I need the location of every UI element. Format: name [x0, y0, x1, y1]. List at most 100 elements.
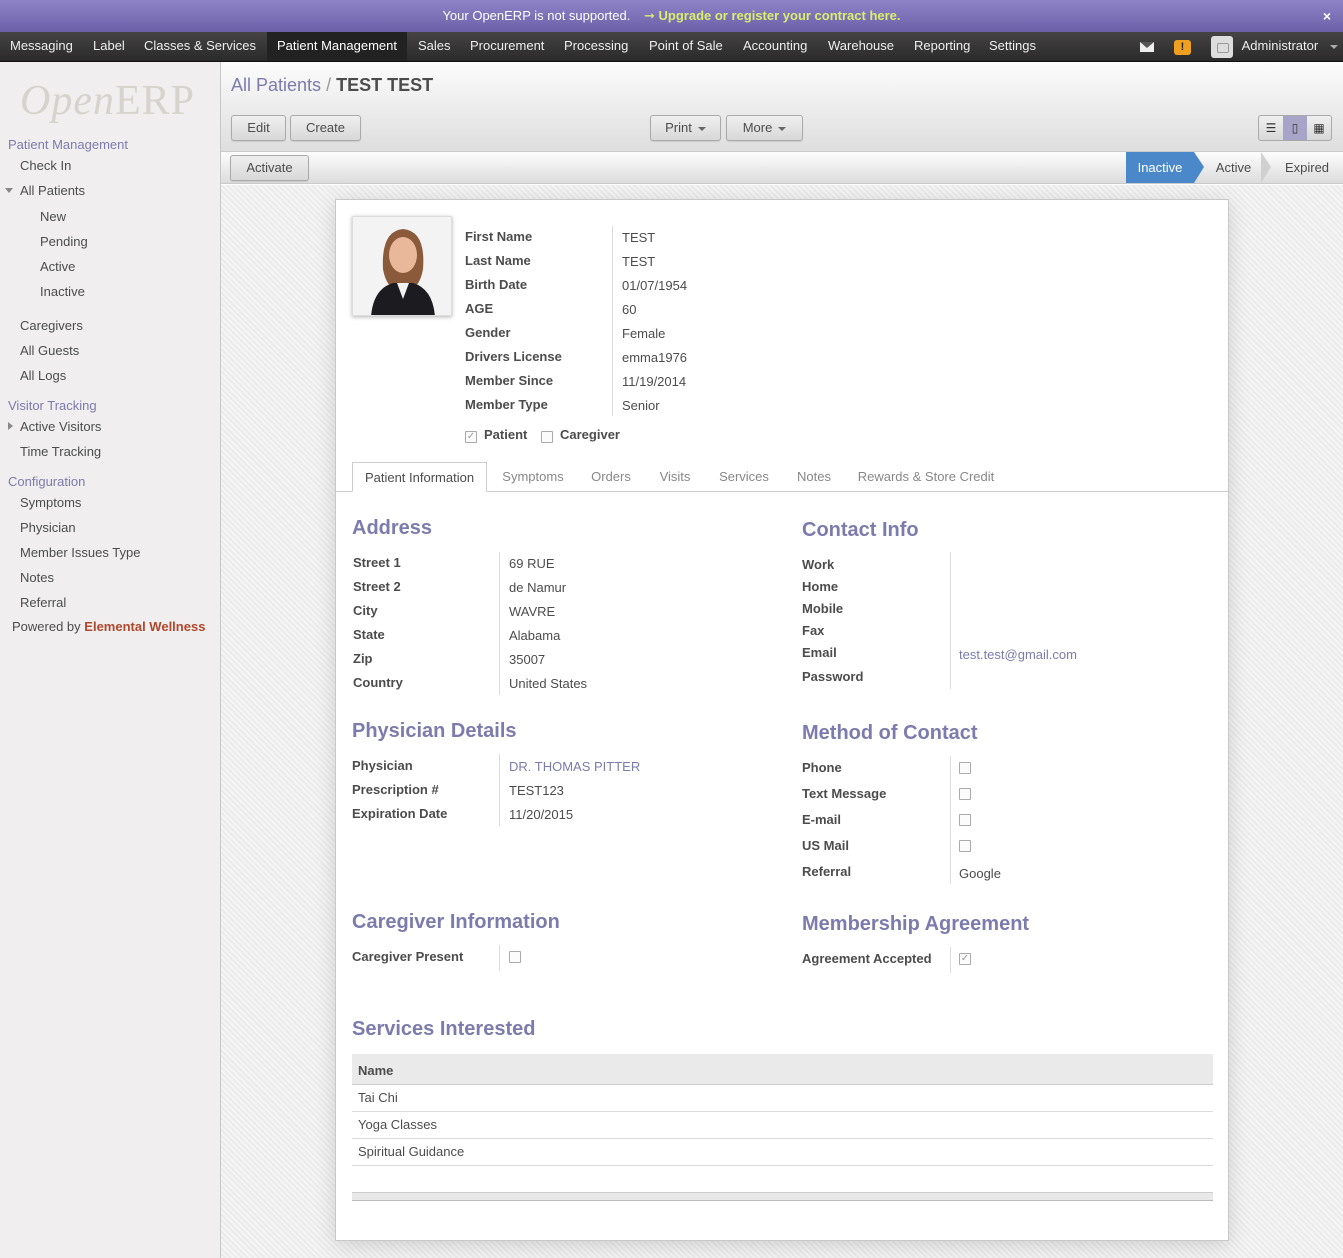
sidebar-item-referral[interactable]: Referral	[20, 595, 66, 610]
collapsed-arrow-icon[interactable]	[8, 422, 13, 430]
street1-value: 69 RUE	[509, 556, 555, 571]
view-header: All Patients / TEST TEST Edit Create Pri…	[221, 62, 1343, 152]
field-separator	[612, 226, 613, 416]
service-name: Tai Chi	[358, 1090, 398, 1105]
list-view-icon[interactable]: ☰	[1259, 116, 1283, 140]
email-value[interactable]: test.test@gmail.com	[959, 647, 1077, 662]
text-message-checkbox[interactable]	[959, 788, 971, 800]
birth-date-label: Birth Date	[465, 277, 528, 292]
menu-warehouse[interactable]: Warehouse	[828, 32, 894, 61]
tab-patient-information[interactable]: Patient Information	[352, 462, 487, 492]
first-name-label: First Name	[465, 229, 533, 244]
chevron-down-icon	[697, 126, 706, 131]
street2-value: de Namur	[509, 580, 567, 595]
sidebar-item-physician[interactable]: Physician	[20, 520, 76, 535]
sidebar-item-time-tracking[interactable]: Time Tracking	[20, 444, 101, 459]
user-menu[interactable]: Administrator	[1211, 32, 1338, 61]
city-value: WAVRE	[509, 604, 556, 619]
form-view-icon[interactable]: ▯	[1283, 116, 1307, 140]
stage-active[interactable]: Active	[1206, 152, 1261, 183]
member-type-label: Member Type	[465, 397, 548, 412]
logo-erp: ERP	[114, 78, 196, 124]
address-heading: Address	[352, 517, 433, 539]
stage-inactive[interactable]: Inactive	[1126, 152, 1194, 183]
sidebar-item-active[interactable]: Active	[40, 259, 75, 274]
tab-symptoms[interactable]: Symptoms	[493, 462, 573, 492]
breadcrumb-all-patients[interactable]: All Patients	[231, 75, 321, 95]
mail-button[interactable]	[1140, 32, 1154, 61]
menu-label[interactable]: Label	[93, 32, 125, 61]
menu-procurement[interactable]: Procurement	[470, 32, 544, 61]
tab-notes[interactable]: Notes	[787, 462, 841, 492]
kanban-view-icon[interactable]: ▦	[1307, 116, 1331, 140]
city-label: City	[353, 603, 378, 618]
upgrade-link[interactable]: Upgrade or register your contract here.	[659, 8, 901, 23]
openerp-logo[interactable]: OpenERP	[20, 77, 195, 125]
warning-button[interactable]: !	[1174, 32, 1191, 61]
email-contact-label: E-mail	[802, 812, 842, 827]
expanded-arrow-icon[interactable]	[5, 188, 13, 193]
prescription-label: Prescription #	[352, 782, 439, 797]
avatar	[1211, 36, 1233, 58]
age-label: AGE	[465, 301, 494, 316]
agreement-accepted-checkbox[interactable]: ✓	[959, 953, 971, 965]
sidebar-item-caregivers[interactable]: Caregivers	[20, 318, 83, 333]
sidebar-item-inactive[interactable]: Inactive	[40, 284, 85, 299]
sidebar-item-pending[interactable]: Pending	[40, 234, 88, 249]
tab-services[interactable]: Services	[711, 462, 777, 492]
service-name: Yoga Classes	[358, 1117, 438, 1132]
name-column-header[interactable]: Name	[358, 1063, 393, 1078]
more-button[interactable]: More	[726, 115, 803, 141]
sidebar-heading-visitor-tracking: Visitor Tracking	[8, 398, 97, 413]
caregiver-checkbox[interactable]	[541, 431, 553, 443]
menu-point-of-sale[interactable]: Point of Sale	[649, 32, 723, 61]
more-label: More	[742, 120, 773, 135]
physician-link[interactable]: DR. THOMAS PITTER	[509, 759, 640, 774]
table-row[interactable]: Spiritual Guidance	[352, 1139, 1213, 1166]
menu-settings[interactable]: Settings	[989, 32, 1036, 61]
menu-accounting[interactable]: Accounting	[743, 32, 807, 61]
sidebar-item-new[interactable]: New	[40, 209, 66, 224]
sidebar-item-active-visitors[interactable]: Active Visitors	[20, 419, 101, 434]
menu-messaging[interactable]: Messaging	[10, 32, 73, 61]
caregiver-present-checkbox[interactable]	[509, 951, 521, 963]
menu-classes-services[interactable]: Classes & Services	[144, 32, 256, 61]
announcement-text: Your OpenERP is not supported.	[442, 8, 631, 23]
sidebar-item-all-guests[interactable]: All Guests	[20, 343, 79, 358]
menu-sales[interactable]: Sales	[418, 32, 451, 61]
sidebar-item-notes[interactable]: Notes	[20, 570, 54, 585]
table-row[interactable]: Yoga Classes	[352, 1112, 1213, 1139]
tab-visits[interactable]: Visits	[649, 462, 701, 492]
patient-photo[interactable]	[352, 216, 452, 316]
edit-button[interactable]: Edit	[231, 115, 286, 141]
street2-label: Street 2	[353, 579, 401, 594]
sidebar-item-member-issues-type[interactable]: Member Issues Type	[20, 545, 140, 560]
patient-checkbox[interactable]: ✓	[465, 431, 477, 443]
sidebar-item-all-patients[interactable]: All Patients	[20, 183, 85, 198]
sidebar-heading-patient-management: Patient Management	[8, 137, 128, 152]
create-button[interactable]: Create	[290, 115, 361, 141]
menu-reporting[interactable]: Reporting	[914, 32, 970, 61]
print-button[interactable]: Print	[650, 115, 721, 141]
stage-expired[interactable]: Expired	[1273, 152, 1341, 183]
sidebar-item-symptoms[interactable]: Symptoms	[20, 495, 81, 510]
tab-rewards-store-credit[interactable]: Rewards & Store Credit	[851, 462, 1001, 492]
phone-checkbox[interactable]	[959, 762, 971, 774]
menu-patient-management[interactable]: Patient Management	[267, 32, 407, 61]
powered-by-link[interactable]: Elemental Wellness	[84, 619, 205, 634]
state-value: Alabama	[509, 628, 561, 643]
tab-orders[interactable]: Orders	[581, 462, 641, 492]
sidebar-item-check-in[interactable]: Check In	[20, 158, 71, 173]
activate-button[interactable]: Activate	[230, 155, 309, 181]
close-icon[interactable]: ×	[1323, 0, 1331, 32]
menu-processing[interactable]: Processing	[564, 32, 628, 61]
powered-by: Powered by Elemental Wellness	[12, 619, 205, 634]
us-mail-checkbox[interactable]	[959, 840, 971, 852]
caregiver-present-label: Caregiver Present	[352, 949, 464, 964]
email-contact-checkbox[interactable]	[959, 814, 971, 826]
sidebar-item-all-logs[interactable]: All Logs	[20, 368, 66, 383]
last-name-label: Last Name	[465, 253, 531, 268]
table-header: Name	[352, 1054, 1213, 1085]
referral-label: Referral	[802, 864, 852, 879]
table-row[interactable]: Tai Chi	[352, 1085, 1213, 1112]
